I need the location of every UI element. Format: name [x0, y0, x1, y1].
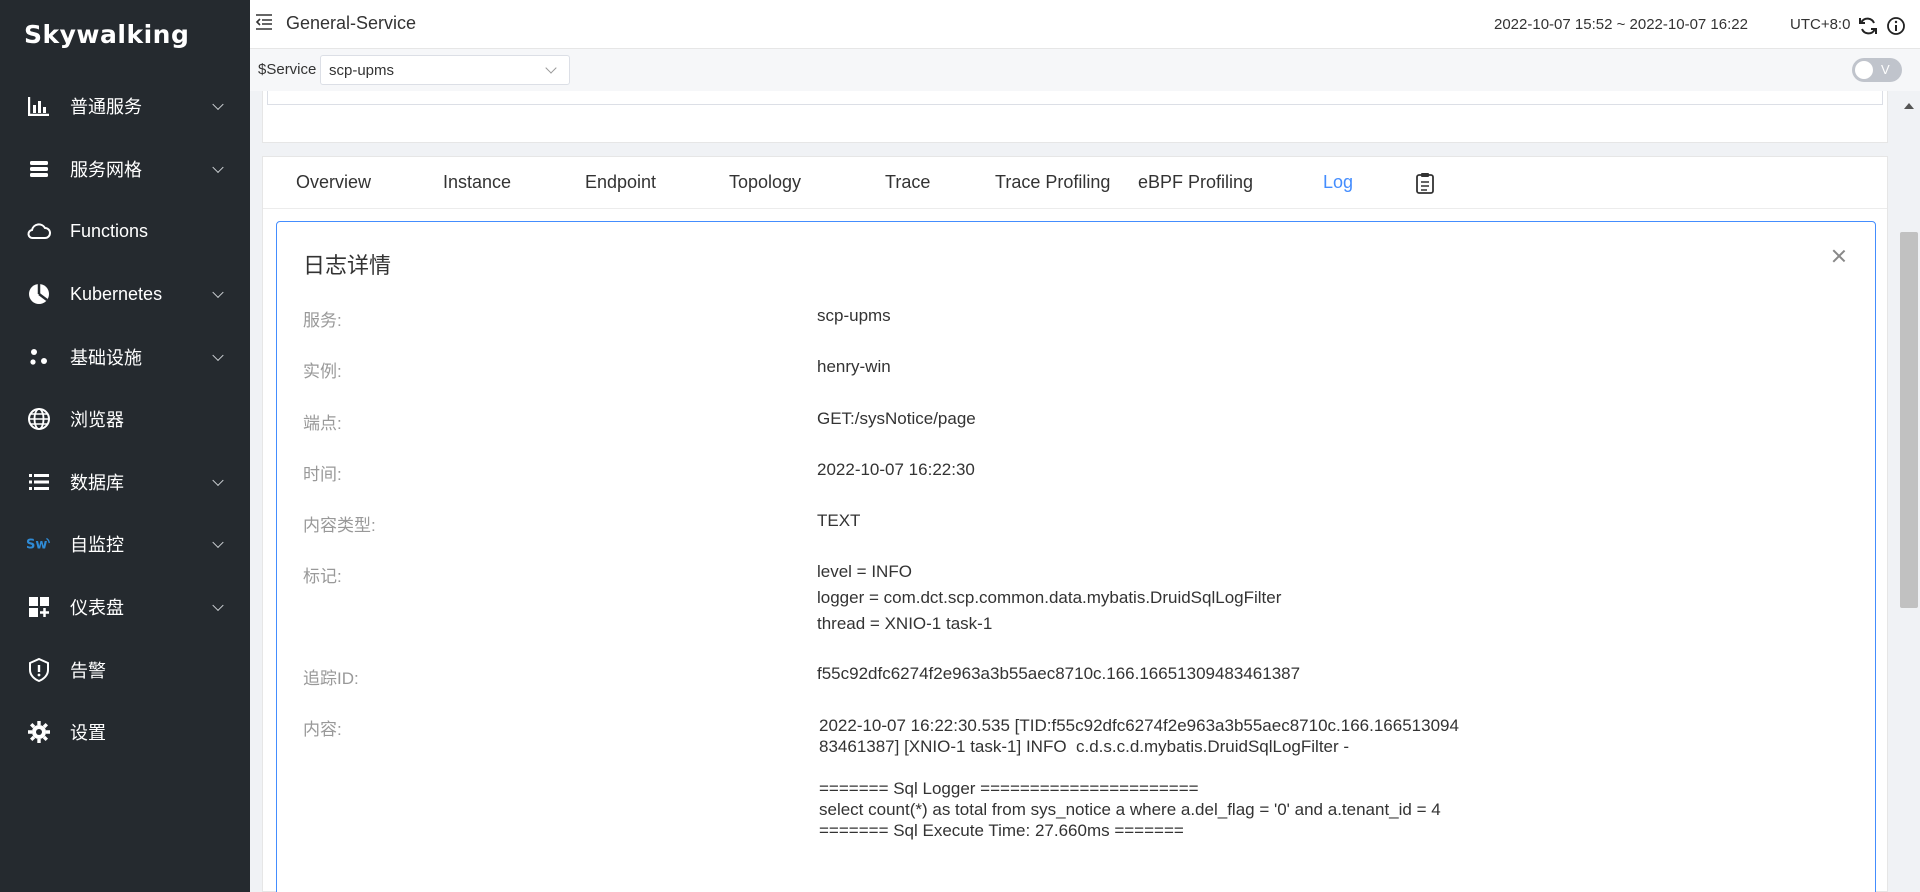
tag-logger: logger = com.dct.scp.common.data.mybatis… — [817, 588, 1282, 607]
sidebar-item-database[interactable]: 数据库 — [0, 451, 250, 514]
alert-shield-icon — [26, 657, 52, 683]
sidebar-item-self-observability[interactable]: Sw 自监控 — [0, 513, 250, 576]
tags-label: 标记: — [303, 567, 342, 586]
chevron-down-icon — [212, 599, 224, 612]
tab-ebpf-profiling[interactable]: eBPF Profiling — [1138, 172, 1253, 193]
log-detail-dialog: 日志详情 服务: scp-upms 实例: henry-win 端点: GET:… — [276, 221, 1876, 892]
chevron-down-icon — [545, 62, 557, 74]
sidebar-menu: 普通服务 服务网格 Functions Kubernetes 基础设施 浏览器 … — [0, 75, 250, 764]
info-icon[interactable] — [1886, 16, 1906, 36]
time-value: 2022-10-07 16:22:30 — [817, 460, 975, 479]
view-mode-toggle[interactable]: V — [1852, 58, 1902, 82]
sidebar-item-label: 普通服务 — [70, 97, 142, 118]
instance-label: 实例: — [303, 362, 342, 381]
tab-log[interactable]: Log — [1323, 172, 1353, 193]
content-type-label: 内容类型: — [303, 516, 376, 535]
sidebar-item-browser[interactable]: 浏览器 — [0, 388, 250, 451]
instance-value: henry-win — [817, 357, 891, 376]
sidebar-item-service-mesh[interactable]: 服务网格 — [0, 138, 250, 201]
sidebar-item-label: 设置 — [70, 723, 106, 744]
trace-id-value[interactable]: f55c92dfc6274f2e963a3b55aec8710c.166.166… — [817, 661, 1300, 687]
time-label: 时间: — [303, 465, 342, 484]
upper-widget-panel — [262, 91, 1888, 143]
chevron-down-icon — [212, 286, 224, 299]
pie-chart-icon — [26, 281, 52, 307]
service-value: scp-upms — [817, 306, 891, 325]
upper-widget-inner — [267, 91, 1883, 105]
bar-chart-icon — [26, 93, 52, 119]
layers-icon — [26, 156, 52, 182]
tag-thread: thread = XNIO-1 task-1 — [817, 614, 993, 633]
chevron-down-icon — [212, 537, 224, 549]
globe-icon — [26, 406, 52, 432]
sidebar-item-alerting[interactable]: 告警 — [0, 638, 250, 701]
scrollbar-thumb[interactable] — [1900, 232, 1918, 608]
skywalking-logo[interactable]: Skywalking — [24, 20, 189, 49]
service-selector-label: $Service — [258, 61, 317, 78]
dashboard-toolbar: $Service scp-upms V — [250, 49, 1920, 91]
content-label: 内容: — [303, 720, 342, 739]
clipboard-icon[interactable] — [1415, 172, 1435, 194]
tab-endpoint[interactable]: Endpoint — [585, 172, 656, 193]
collapse-sidebar-icon[interactable] — [254, 12, 274, 32]
svg-text:Sw: Sw — [26, 538, 47, 553]
chevron-down-icon — [212, 349, 224, 361]
sidebar-item-label: 告警 — [70, 660, 106, 681]
tag-level: level = INFO — [817, 562, 912, 581]
sidebar-item-label: 浏览器 — [70, 410, 124, 431]
close-icon[interactable] — [1829, 246, 1849, 266]
top-bar: General-Service 2022-10-07 15:52 ~ 2022-… — [250, 0, 1920, 49]
page-scrollbar[interactable] — [1898, 91, 1920, 892]
time-range-picker[interactable]: 2022-10-07 15:52 ~ 2022-10-07 16:22 — [1494, 16, 1748, 33]
tab-bar: Overview Instance Endpoint Topology Trac… — [263, 157, 1887, 209]
refresh-icon[interactable] — [1858, 16, 1878, 36]
sidebar-item-functions[interactable]: Functions — [0, 200, 250, 263]
trace-id-label: 追踪ID: — [303, 669, 359, 688]
sidebar: Skywalking 普通服务 服务网格 Functions Kubernete… — [0, 0, 250, 892]
tab-overview[interactable]: Overview — [296, 172, 371, 193]
tab-widget: Overview Instance Endpoint Topology Trac… — [262, 156, 1888, 892]
nodes-icon — [26, 344, 52, 370]
chevron-down-icon — [212, 99, 224, 111]
sw-icon: Sw — [26, 531, 52, 557]
toggle-label: V — [1881, 62, 1890, 77]
service-select-value: scp-upms — [329, 62, 395, 79]
endpoint-label: 端点: — [303, 414, 342, 433]
sidebar-item-label: 数据库 — [70, 472, 124, 493]
log-detail-title: 日志详情 — [303, 253, 392, 278]
chevron-down-icon — [212, 161, 224, 173]
tab-instance[interactable]: Instance — [443, 172, 511, 193]
sidebar-item-label: 服务网格 — [70, 159, 142, 180]
toggle-knob — [1855, 61, 1873, 79]
sidebar-item-kubernetes[interactable]: Kubernetes — [0, 263, 250, 326]
gear-icon — [26, 719, 52, 745]
tab-trace-profiling[interactable]: Trace Profiling — [995, 172, 1110, 193]
dashboard-icon — [26, 594, 52, 620]
sidebar-item-dashboard[interactable]: 仪表盘 — [0, 576, 250, 639]
sidebar-item-label: Functions — [70, 220, 149, 241]
sidebar-item-label: 自监控 — [70, 535, 124, 556]
sidebar-item-settings[interactable]: 设置 — [0, 701, 250, 764]
chevron-down-icon — [212, 474, 224, 486]
sidebar-item-infrastructure[interactable]: 基础设施 — [0, 325, 250, 388]
cloud-icon — [26, 218, 52, 244]
page-title: General-Service — [286, 13, 417, 33]
timezone-label[interactable]: UTC+8:0 — [1790, 16, 1850, 33]
content-type-value: TEXT — [817, 511, 861, 530]
tab-topology[interactable]: Topology — [729, 172, 801, 193]
service-select[interactable]: scp-upms — [320, 55, 570, 85]
sidebar-item-label: 基础设施 — [70, 347, 142, 368]
sidebar-item-label: 仪表盘 — [70, 598, 124, 619]
list-icon — [26, 469, 52, 495]
log-content: 2022-10-07 16:22:30.535 [TID:f55c92dfc62… — [819, 716, 1459, 840]
endpoint-value: GET:/sysNotice/page — [817, 409, 976, 428]
tab-trace[interactable]: Trace — [885, 172, 930, 193]
service-label: 服务: — [303, 311, 342, 330]
sidebar-item-label: Kubernetes — [70, 283, 163, 304]
sidebar-item-general-service[interactable]: 普通服务 — [0, 75, 250, 138]
scroll-up-arrow-icon[interactable] — [1904, 103, 1914, 109]
